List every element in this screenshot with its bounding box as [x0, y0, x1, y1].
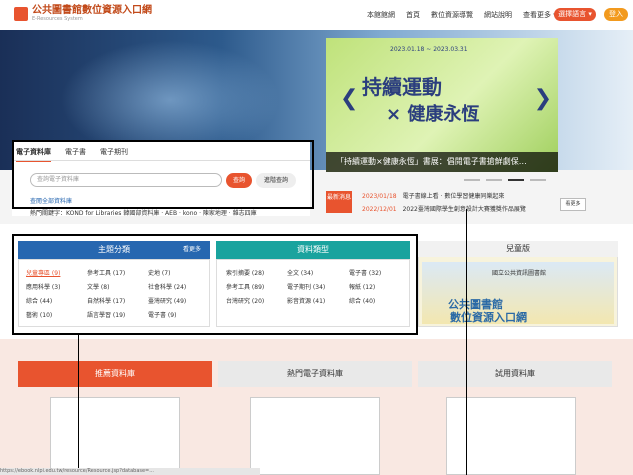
annotation-line — [78, 335, 79, 475]
site-title: 公共圖書館數位資源入口網 — [32, 5, 152, 16]
tab-trial[interactable]: 試用資料庫 — [418, 361, 612, 387]
kids-header[interactable]: 兒童版 — [418, 241, 618, 257]
banner-title-line2: × 健康永恆 — [386, 104, 480, 125]
news-more-button[interactable]: 看更多 — [560, 198, 586, 211]
highlight-frame — [12, 234, 418, 335]
nav-resource-guide[interactable]: 數位資源導覽 — [431, 10, 473, 20]
news-text[interactable]: 電子書線上看 · 數位學習健康同樂起來 — [403, 193, 505, 200]
tab-recommended[interactable]: 推薦資料庫 — [18, 361, 212, 387]
hot-keywords[interactable]: 熱門關鍵字：KOND for Libraries 韓國部資料庫 · AEB · … — [30, 208, 257, 217]
carousel-dot-active[interactable] — [508, 179, 524, 181]
banner-title-line1: 持續運動 — [362, 75, 442, 99]
news-item[interactable]: 2023/01/18 電子書線上看 · 數位學習健康同樂起來 — [362, 191, 504, 200]
status-url: https://ebook.nlpi.edu.tw/resource/Resou… — [0, 468, 260, 475]
banner-left-chevron-icon: ❮ — [340, 86, 359, 111]
site-logo[interactable]: 公共圖書館數位資源入口網 E-Resources System — [14, 6, 152, 22]
site-subtitle: E-Resources System — [32, 16, 83, 22]
nav-home[interactable]: 首頁 — [406, 10, 420, 20]
top-bar: 公共圖書館數位資源入口網 E-Resources System 本館館網 首頁 … — [0, 0, 633, 31]
carousel-dot[interactable] — [486, 179, 502, 181]
news-label: 最新消息 — [326, 191, 352, 213]
banner-date: 2023.01.18 ~ 2023.03.31 — [390, 46, 468, 53]
logo-icon — [14, 7, 28, 21]
highlight-frame — [12, 140, 314, 209]
carousel-dots — [464, 179, 546, 181]
nav-more[interactable]: 查看更多 ▾ — [523, 10, 557, 20]
database-thumbnail[interactable] — [250, 397, 380, 475]
banner-caption[interactable]: 「持續運動×健康永恆」書展：倡閱電子書搶鮮劇保… — [326, 152, 558, 172]
database-thumbnail[interactable] — [50, 397, 180, 475]
news-text[interactable]: 2022臺灣國際學生創意設計大賽獲獎作品展覽 — [403, 206, 526, 213]
kids-banner-subtitle: 國立公共資訊圖書館 — [492, 270, 547, 277]
kids-banner-line2: 數位資源入口網 — [450, 311, 527, 324]
news-item[interactable]: 2022/12/01 2022臺灣國際學生創意設計大賽獲獎作品展覽 — [362, 204, 526, 213]
carousel-dot[interactable] — [530, 179, 546, 181]
tab-popular[interactable]: 熱門電子資料庫 — [218, 361, 412, 387]
carousel-dot[interactable] — [464, 179, 480, 181]
news-date: 2023/01/18 — [362, 193, 397, 200]
news-date: 2022/12/01 — [362, 206, 397, 213]
annotation-line — [466, 209, 467, 475]
nav-site-help[interactable]: 網站說明 — [484, 10, 512, 20]
nav-library-site[interactable]: 本館館網 — [367, 10, 395, 20]
login-button[interactable]: 登入 — [604, 8, 628, 21]
language-button[interactable]: 選擇語言 ▾ — [554, 8, 596, 21]
promo-banner[interactable]: 2023.01.18 ~ 2023.03.31 ❮ 持續運動 × 健康永恆 ❯ … — [326, 38, 558, 172]
top-nav: 本館館網 首頁 數位資源導覽 網站說明 查看更多 ▾ — [367, 10, 568, 20]
banner-right-chevron-icon: ❯ — [533, 86, 552, 111]
